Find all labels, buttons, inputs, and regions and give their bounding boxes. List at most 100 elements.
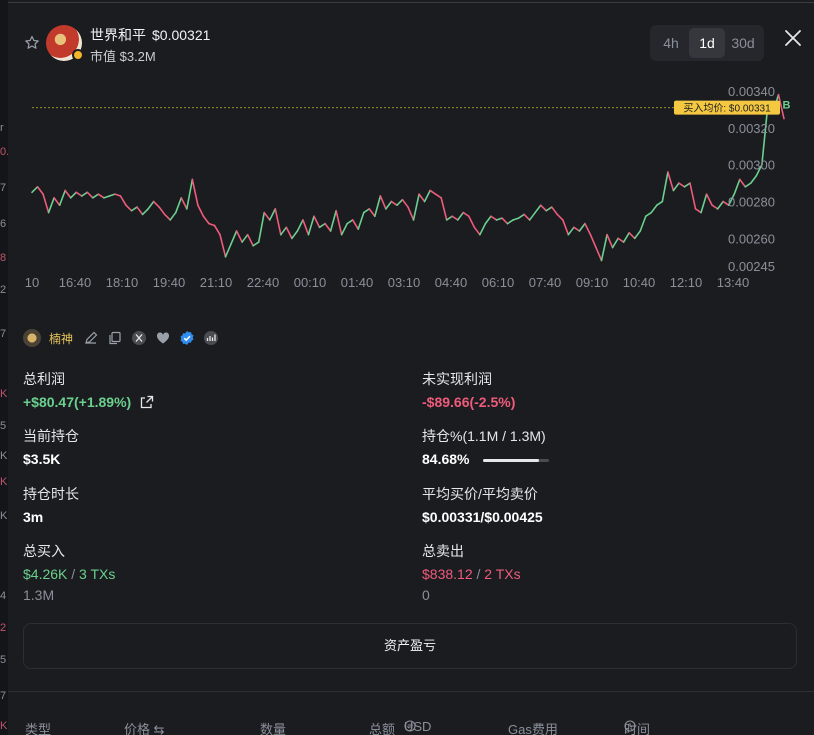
price-segment — [42, 193, 50, 214]
total-buy-label: 总买入 — [23, 543, 65, 559]
price-segment — [329, 209, 337, 232]
copy-icon[interactable] — [107, 330, 123, 346]
edge-fragment: 8 — [0, 252, 7, 264]
wallet-name[interactable]: 楠神 — [49, 330, 73, 347]
timeframe-30d[interactable]: 30d — [725, 28, 761, 58]
price-segment — [678, 182, 686, 188]
col-type[interactable]: 类型 — [25, 719, 51, 735]
edge-fragment: K — [0, 388, 8, 400]
price-segment — [152, 200, 160, 208]
price-segment — [644, 211, 653, 218]
price-segment — [252, 241, 260, 247]
col-currency-label[interactable]: USD — [404, 719, 431, 734]
x-tick-label: 13:40 — [717, 275, 750, 290]
col-time-label[interactable]: 时间 — [624, 719, 650, 735]
heart-icon[interactable] — [155, 330, 171, 346]
col-total-currency[interactable]: USD — [404, 719, 431, 734]
price-segment — [174, 197, 183, 214]
price-segment — [545, 206, 553, 212]
buy-marker[interactable]: B — [782, 100, 790, 112]
asset-pnl-button[interactable]: 资产盈亏 — [23, 623, 797, 669]
price-segment — [158, 206, 166, 216]
total-sell-txs: 2 TXs — [484, 566, 521, 582]
token-avatar — [46, 25, 84, 61]
price-segment — [633, 230, 642, 240]
trades-table-header: 类型 价格 ⇆ 数量 总额 USD Gas费用 时间 — [8, 719, 814, 735]
x-tick-label: 09:10 — [576, 275, 609, 290]
x-twitter-icon[interactable] — [131, 330, 147, 346]
total-pnl-label: 总利润 — [23, 371, 65, 387]
price-chart[interactable]: 0.00340 0.00320 0.00300 0.00280 0.00260 0.002… — [8, 73, 814, 303]
price-segment — [64, 189, 72, 199]
total-sell-amount: $838.12 — [422, 566, 473, 582]
holding-label: 当前持仓 — [23, 428, 79, 444]
price-segment — [672, 182, 680, 192]
share-icon[interactable] — [140, 395, 154, 409]
price-segment — [589, 233, 597, 249]
price-segment — [219, 233, 227, 258]
price-segment — [512, 217, 520, 221]
unrealized-pnl-stat: 未实现利润 -$89.66(-2.5%) — [422, 369, 515, 410]
edge-fragment: r — [0, 122, 4, 134]
price-segment — [473, 226, 481, 236]
price-segment — [617, 237, 625, 243]
total-sell-qty: 0 — [422, 587, 430, 603]
section-divider — [8, 691, 814, 692]
y-tick-label: 0.00300 — [728, 158, 775, 173]
col-price[interactable]: 价格 ⇆ — [124, 719, 165, 735]
total-buy-qty: 1.3M — [23, 587, 55, 603]
timeframe-4h[interactable]: 4h — [653, 28, 689, 58]
price-segment — [385, 200, 393, 210]
price-segment — [639, 215, 647, 232]
close-icon[interactable] — [782, 27, 804, 49]
analytics-icon[interactable] — [203, 330, 219, 346]
star-icon[interactable] — [24, 35, 40, 51]
price-segment — [86, 191, 94, 199]
price-segment — [484, 215, 492, 225]
price-segment — [523, 213, 531, 221]
price-segment — [97, 193, 105, 199]
col-gas[interactable]: Gas费用 — [508, 719, 558, 735]
price-segment — [169, 211, 177, 221]
price-segment — [600, 233, 608, 262]
unrealized-pnl-label: 未实现利润 — [422, 371, 492, 387]
price-segment — [263, 211, 271, 221]
price-segment — [462, 211, 470, 218]
price-segment — [506, 219, 514, 225]
price-segment — [163, 213, 172, 221]
price-segment — [396, 198, 404, 207]
col-time[interactable]: 时间 — [624, 719, 650, 735]
holding-pct-value: 84.68% — [422, 451, 550, 467]
edit-icon[interactable] — [83, 330, 99, 346]
price-segment — [550, 206, 559, 216]
y-tick-label: 0.00245 — [728, 259, 775, 274]
timeframe-1d[interactable]: 1d — [689, 28, 725, 58]
edge-fragment: K — [0, 450, 8, 462]
price-segment — [750, 174, 758, 184]
edge-fragment: 6 — [0, 218, 7, 230]
col-amount[interactable]: 数量 — [260, 719, 286, 735]
edge-fragment: 2 — [0, 284, 7, 296]
duration-value: 3m — [23, 509, 44, 525]
edge-fragment: K — [0, 720, 8, 732]
edge-fragment: 5 — [0, 654, 7, 666]
price-segment — [744, 182, 752, 188]
edge-fragment: 2 — [0, 622, 7, 634]
x-tick-label: 06:10 — [482, 275, 515, 290]
price-segment — [711, 204, 719, 210]
total-buy-amount: $4.26K — [23, 566, 68, 582]
price-segment — [716, 200, 724, 210]
price-segment — [694, 208, 702, 214]
price-segment — [490, 215, 498, 221]
price-segment — [517, 213, 525, 219]
price-segment — [302, 219, 310, 236]
edge-fragment: 5 — [0, 420, 7, 432]
price-segment — [340, 222, 348, 236]
avg-prices-stat: 平均买价/平均卖价 $0.00331/$0.00425 — [422, 484, 543, 525]
total-pnl-amount: +$80.47(+1.89%) — [23, 394, 132, 410]
price-segment — [573, 226, 581, 232]
price-segment — [495, 217, 503, 221]
price-segment — [69, 191, 78, 199]
price-segment — [418, 193, 426, 203]
price-segment — [130, 206, 138, 212]
